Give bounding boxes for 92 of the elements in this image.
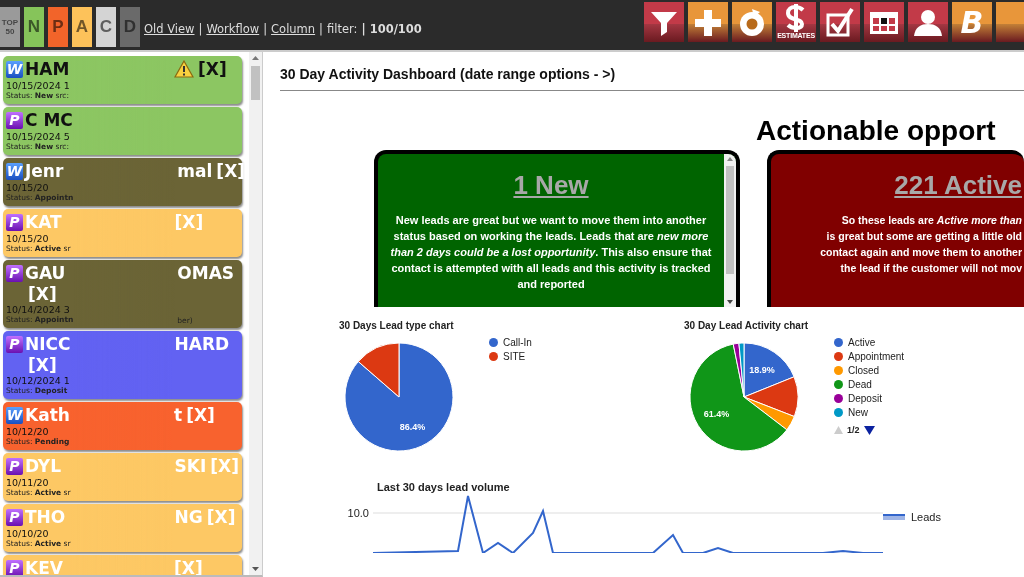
lead-name: KAT [25,211,62,233]
status-count-link[interactable]: 221 Active [894,170,1022,200]
view-link[interactable]: Workflow [206,22,260,36]
status-filter-tab[interactable]: D [120,6,140,47]
lead-date: 10/15/20 [6,182,50,193]
legend-label: SITE [503,351,526,362]
blank-button[interactable] [996,2,1024,42]
lead-name: C MC [25,109,73,131]
filter-label: filter: [327,22,358,36]
separator-text: | [319,22,323,36]
remove-link[interactable]: [X] [198,58,227,80]
lead-name: OMAS [177,262,235,284]
chart-title: 30 Days Lead type chart [339,320,454,331]
refresh-button[interactable] [732,2,772,42]
source-badge: P [6,264,23,282]
dashboard-title: 30 Day Activity Dashboard (date range options - >) [280,66,1024,91]
legend-label: Leads [911,511,941,523]
separator-text: | [263,22,268,36]
card-description: contact again and move them to another [820,245,1022,260]
source-badge: W [6,406,23,424]
lead-date: 10/15/2024 1 [6,80,70,91]
legend-label: Appointment [848,351,905,362]
filter-button[interactable] [644,2,684,42]
lead-name: t [174,404,183,426]
letter-button[interactable]: B [952,2,992,42]
next-page-icon[interactable] [863,425,875,435]
lead-name: HARD [174,333,230,355]
view-link[interactable]: Old View [144,22,195,36]
remove-link[interactable]: [X] [6,284,74,304]
check-button[interactable] [820,2,860,42]
plus-button[interactable] [688,2,728,42]
lead-name: DYL [25,455,62,477]
status-filter-tab[interactable]: P [48,6,68,47]
source-badge: P [6,111,23,129]
status-filter-tab[interactable]: A [72,6,92,47]
remove-link[interactable]: [X] [6,355,71,375]
view-link[interactable]: Column [271,22,316,36]
lead-date: 10/15/20 [6,233,50,244]
grid-button[interactable] [864,2,904,42]
status-filter-tab[interactable]: TOP 50 [0,6,20,47]
lead-name: NICC [25,333,71,355]
card-description: is great but some are getting a little old [826,229,1022,244]
slice-label: 61.4% [703,409,730,420]
source-badge: W [6,60,23,78]
card-description: So these leads are Active more than [841,213,1022,228]
filter-count: | 100/100 [361,22,422,36]
source-badge: P [6,559,23,575]
lead-name: HAM [25,58,70,80]
legend-label: New [848,407,868,418]
scroll-thumb[interactable] [251,66,260,100]
legend-label: Call-In [503,337,532,348]
slice-label: 86.4% [399,421,426,432]
slice-label: 18.9% [749,365,775,376]
lead-name: Jenr [25,160,64,182]
source-badge: P [6,213,23,231]
source-badge: P [6,335,23,353]
separator-text: | [198,22,203,36]
chart-title: Last 30 days lead volume [377,481,511,493]
status-filter-tab[interactable]: N [24,6,44,47]
lead-name: THO [25,506,66,528]
legend-label: Dead [848,379,872,390]
source-badge: W [6,162,23,180]
lead-date: 10/14/2024 3 [6,304,71,315]
lead-name: GAU [25,262,66,284]
scroll-thumb[interactable] [726,166,734,274]
chart-title: 30 Day Lead Activity chart [684,320,809,331]
legend-label: Closed [848,365,880,376]
lead-date: 10/12/20 [6,426,50,437]
lead-date: 10/11/20 [6,477,50,488]
card-description: New leads are great but we want to move them into another status based on working the leads. Leads that are new more than 2 days could be a lost opportunity. This also ensure that contact is attempted with all leads and this activity is tracked and reported [389,213,713,292]
lead-name: KEV [25,557,63,575]
lead-name: Kath [25,404,70,426]
lead-name: NG [174,506,203,528]
source-badge: P [6,508,23,526]
scrollbar[interactable] [249,52,262,575]
lead-date: 10/10/20 [6,528,50,539]
lead-name: SKI [174,455,207,477]
status-filter-tab[interactable]: C [96,6,116,47]
lead-name: mal [177,160,213,182]
scrollbar[interactable] [724,154,736,307]
legend-label: Deposit [848,393,882,404]
lead-date: 10/12/2024 1 [6,375,71,386]
user-button[interactable] [908,2,948,42]
remove-link[interactable]: [X] [186,404,215,426]
lead-date: 10/15/2024 5 [6,131,71,142]
source-badge: P [6,457,23,475]
legend-label: Active [848,337,876,348]
axis-tick-label: 10.0 [346,507,370,521]
section-heading: Actionable opport [756,115,996,147]
legend-page: 1/2 [847,425,860,435]
card-description: the lead if the customer will not mov [840,261,1022,276]
status-count-link[interactable]: 1 New [513,170,589,200]
